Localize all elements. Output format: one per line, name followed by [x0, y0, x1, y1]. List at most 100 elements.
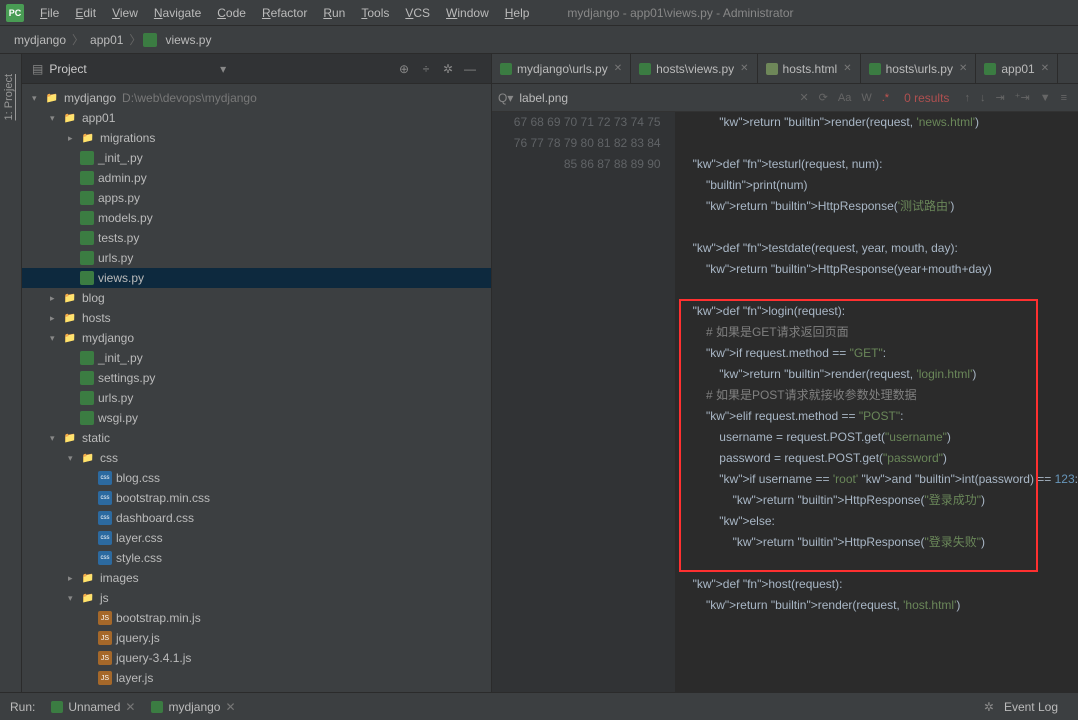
tree-arrow-icon[interactable]: ▸ — [50, 293, 62, 304]
run-tab[interactable]: Unnamed✕ — [43, 700, 143, 714]
menu-code[interactable]: Code — [209, 6, 254, 20]
tree-row[interactable]: ▾📁mydjango — [22, 328, 491, 348]
tree-row[interactable]: views.py — [22, 268, 491, 288]
menu-tools[interactable]: Tools — [353, 6, 397, 20]
words-btn[interactable]: W — [856, 92, 876, 104]
tree-row[interactable]: tests.py — [22, 228, 491, 248]
close-icon[interactable]: ✕ — [614, 63, 622, 74]
tree-row[interactable]: admin.py — [22, 168, 491, 188]
css-file-icon: css — [98, 511, 112, 525]
tree-row[interactable]: csslayer.css — [22, 528, 491, 548]
tree-row[interactable]: JSlayer.js — [22, 668, 491, 688]
tree-arrow-icon[interactable]: ▾ — [68, 453, 80, 464]
sidebar-title[interactable]: Project — [49, 62, 216, 76]
tree-arrow-icon[interactable]: ▾ — [68, 593, 80, 604]
editor-tab[interactable]: hosts\views.py✕ — [631, 54, 757, 83]
tree-row[interactable]: cssblog.css — [22, 468, 491, 488]
tree-row[interactable]: ▸📁migrations — [22, 128, 491, 148]
tree-row[interactable]: urls.py — [22, 388, 491, 408]
menu-refactor[interactable]: Refactor — [254, 6, 315, 20]
find-input[interactable] — [519, 91, 674, 105]
tree-row[interactable]: _init_.py — [22, 348, 491, 368]
code-body[interactable]: "kw">return "builtin">render(request, 'n… — [675, 112, 1078, 692]
breadcrumb-item[interactable]: views.py — [161, 33, 215, 47]
sidebar-header: ▤ Project ▾ ⊕ ÷ ✲ — — [22, 54, 491, 84]
tree-row[interactable]: settings.py — [22, 368, 491, 388]
tree-row[interactable]: ▸📁hosts — [22, 308, 491, 328]
menu-vcs[interactable]: VCS — [397, 6, 438, 20]
left-tool-gutter[interactable]: 1: Project — [0, 54, 22, 692]
tree-arrow-icon[interactable]: ▸ — [68, 133, 80, 144]
menu-help[interactable]: Help — [497, 6, 538, 20]
tree-row[interactable]: JSjquery.js — [22, 628, 491, 648]
add-selection-icon[interactable]: ⁺⇥ — [1010, 91, 1035, 104]
editor-tab[interactable]: hosts\urls.py✕ — [861, 54, 977, 83]
tree-row[interactable]: JSbootstrap.min.js — [22, 608, 491, 628]
editor-tab[interactable]: mydjango\urls.py✕ — [492, 54, 631, 83]
match-case-btn[interactable]: Aa — [833, 92, 856, 104]
tree-row[interactable]: wsgi.py — [22, 408, 491, 428]
code-editor[interactable]: 67 68 69 70 71 72 73 74 75 76 77 78 79 8… — [492, 112, 1078, 692]
editor-tab[interactable]: hosts.html✕ — [758, 54, 861, 83]
folder-icon: 📁 — [80, 591, 96, 605]
tree-row[interactable]: ▸📁blog — [22, 288, 491, 308]
close-icon[interactable]: ✕ — [740, 63, 748, 74]
gear-icon[interactable]: ✲ — [437, 62, 459, 76]
filter-icon[interactable]: ▼ — [1035, 92, 1056, 104]
menu-navigate[interactable]: Navigate — [146, 6, 209, 20]
tree-row[interactable]: JSjquery-3.4.1.js — [22, 648, 491, 668]
tree-row[interactable]: models.py — [22, 208, 491, 228]
editor-tab[interactable]: app01✕ — [976, 54, 1058, 83]
menu-window[interactable]: Window — [438, 6, 497, 20]
down-arrow-icon[interactable]: ↓ — [975, 92, 991, 104]
tree-arrow-icon[interactable]: ▾ — [32, 93, 44, 104]
target-icon[interactable]: ⊕ — [393, 62, 415, 76]
close-icon[interactable]: ✕ — [843, 63, 851, 74]
tree-row[interactable]: urls.py — [22, 248, 491, 268]
regex-btn[interactable]: .* — [877, 92, 894, 104]
tree-arrow-icon[interactable]: ▾ — [50, 113, 62, 124]
tree-row[interactable]: cssbootstrap.min.css — [22, 488, 491, 508]
menu-run[interactable]: Run — [315, 6, 353, 20]
run-tab[interactable]: mydjango✕ — [143, 700, 243, 714]
breadcrumb-item[interactable]: mydjango — [10, 33, 70, 47]
prev-icon[interactable]: ⟳ — [814, 91, 833, 104]
editor-tabs[interactable]: mydjango\urls.py✕hosts\views.py✕hosts.ht… — [492, 54, 1078, 84]
tree-arrow-icon[interactable]: ▾ — [50, 433, 62, 444]
project-tree[interactable]: ▾📁mydjangoD:\web\devops\mydjango▾📁app01▸… — [22, 84, 491, 692]
tree-label: static — [82, 431, 110, 445]
gear-icon[interactable]: ✲ — [984, 700, 994, 714]
close-find-icon[interactable]: ✕ — [794, 91, 813, 104]
tree-row[interactable]: ▾📁mydjangoD:\web\devops\mydjango — [22, 88, 491, 108]
tree-arrow-icon[interactable]: ▸ — [50, 313, 62, 324]
close-icon[interactable]: ✕ — [225, 700, 235, 714]
select-all-icon[interactable]: ⇥ — [990, 91, 1009, 104]
tree-row[interactable]: ▾📁css — [22, 448, 491, 468]
up-arrow-icon[interactable]: ↑ — [959, 92, 975, 104]
project-tool-label[interactable]: 1: Project — [0, 54, 18, 140]
close-icon[interactable]: ✕ — [125, 700, 135, 714]
hide-icon[interactable]: — — [459, 62, 481, 76]
tree-row[interactable]: apps.py — [22, 188, 491, 208]
close-icon[interactable]: ✕ — [1041, 63, 1049, 74]
js-file-icon: JS — [98, 671, 112, 685]
tree-arrow-icon[interactable]: ▸ — [68, 573, 80, 584]
menu-file[interactable]: File — [32, 6, 67, 20]
tree-row[interactable]: cssstyle.css — [22, 548, 491, 568]
event-log-button[interactable]: Event Log — [994, 700, 1068, 714]
menu-edit[interactable]: Edit — [67, 6, 104, 20]
tree-row[interactable]: ▾📁app01 — [22, 108, 491, 128]
menu-view[interactable]: View — [104, 6, 146, 20]
more-icon[interactable]: ≡ — [1056, 92, 1072, 104]
close-icon[interactable]: ✕ — [959, 63, 967, 74]
tree-row[interactable]: ▾📁js — [22, 588, 491, 608]
breadcrumb-item[interactable]: app01 — [86, 33, 127, 47]
tree-row[interactable]: _init_.py — [22, 148, 491, 168]
tree-row[interactable]: cssdashboard.css — [22, 508, 491, 528]
divide-icon[interactable]: ÷ — [415, 62, 437, 76]
tree-arrow-icon[interactable]: ▾ — [50, 333, 62, 344]
tree-row[interactable]: ▾📁static — [22, 428, 491, 448]
folder-icon: 📁 — [62, 291, 78, 305]
chevron-down-icon[interactable]: ▾ — [220, 62, 226, 76]
tree-row[interactable]: ▸📁images — [22, 568, 491, 588]
